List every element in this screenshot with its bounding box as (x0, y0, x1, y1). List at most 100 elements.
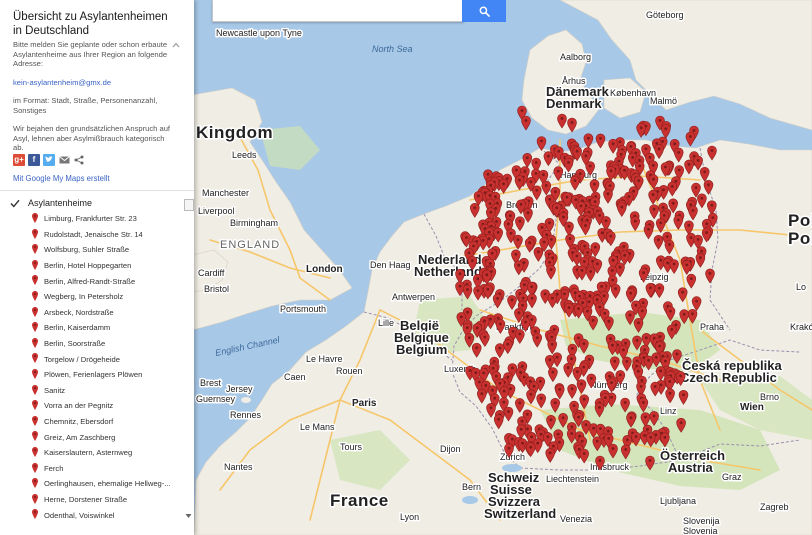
list-item[interactable]: Arsbeck, Nordstraße (0, 305, 194, 321)
marker-icon (32, 306, 38, 317)
list-item[interactable]: Berlin, Kaiserdamm (0, 320, 194, 336)
svg-text:Aalborg: Aalborg (560, 52, 591, 62)
marker-icon (32, 462, 38, 473)
list-item[interactable]: Wegberg, In Petersholz (0, 289, 194, 305)
panel-header: Übersicht zu Asylantenheimen in Deutschl… (0, 0, 194, 191)
place-name: Berlin, Soorstraße (44, 339, 106, 349)
svg-text:Leeds: Leeds (232, 150, 257, 160)
description-text: Bitte melden Sie geplante oder schon erb… (13, 40, 168, 68)
marker-icon (32, 244, 38, 255)
svg-text:Antwerpen: Antwerpen (392, 292, 435, 302)
land-jersey (241, 397, 251, 403)
svg-text:Bern: Bern (462, 482, 481, 492)
svg-text:Brest: Brest (200, 378, 222, 388)
svg-text:Tours: Tours (340, 442, 363, 452)
list-item[interactable]: Limburg, Frankfurter Str. 23 (0, 211, 194, 227)
scrollbar-thumb[interactable] (184, 199, 194, 211)
marker-icon (32, 259, 38, 270)
scroll-down-icon[interactable] (185, 513, 192, 519)
place-name: Odenthal, Voiswinkel (44, 510, 115, 520)
svg-text:London: London (306, 264, 343, 275)
svg-text:Jersey: Jersey (226, 384, 253, 394)
share-row: g+ f (13, 153, 85, 166)
list-item[interactable]: Torgelow / Drögeheide (0, 351, 194, 367)
svg-text:Le Havre: Le Havre (306, 354, 343, 364)
country-label: Slovenija (683, 516, 720, 526)
place-name: Kaiserslautern, Asternweg (44, 448, 133, 458)
marker-icon (32, 275, 38, 286)
place-name: Greiz, Am Zaschberg (44, 432, 116, 442)
layer-header[interactable]: Asylantenheime (10, 196, 92, 210)
twitter-icon[interactable] (43, 153, 55, 166)
place-name: Herne, Dorstener Straße (44, 494, 128, 504)
list-item[interactable]: Ferch (0, 461, 194, 477)
facebook-icon[interactable]: f (28, 153, 40, 166)
contact-email-link[interactable]: kein-asylantenheim@gmx.de (13, 78, 173, 88)
search-field[interactable] (213, 0, 463, 21)
place-name: Chemnitz, Ebersdorf (44, 417, 114, 427)
list-item[interactable]: Berlin, Hotel Hoppegarten (0, 258, 194, 274)
country-label: Slovenia (683, 526, 718, 535)
marker-icon (32, 415, 38, 426)
marker-icon (32, 368, 38, 379)
country-label: Pola (788, 229, 812, 248)
share-icon[interactable] (73, 153, 85, 166)
place-name: Berlin, Hotel Hoppegarten (44, 261, 132, 271)
marker-icon (32, 493, 38, 504)
place-name: Limburg, Frankfurter Str. 23 (44, 214, 137, 224)
list-item[interactable]: Sanitz (0, 383, 194, 399)
marker-icon (32, 384, 38, 395)
svg-text:Kraków: Kraków (790, 322, 812, 332)
marker-icon (32, 290, 38, 301)
google-plus-icon[interactable]: g+ (13, 153, 25, 166)
search-icon (479, 6, 490, 17)
svg-text:Göteborg: Göteborg (646, 10, 684, 20)
svg-text:Zagreb: Zagreb (760, 502, 789, 512)
place-name: Rudolstadt, Jenaische Str. 14 (44, 229, 143, 239)
place-name: Plöwen, Ferienlagers Plöwen (44, 370, 143, 380)
list-item[interactable]: Berlin, Alfred-Randt-Straße (0, 273, 194, 289)
svg-text:Birmingham: Birmingham (230, 218, 278, 228)
marker-icon (32, 213, 38, 223)
lake (462, 496, 478, 504)
checkmark-icon[interactable] (10, 199, 20, 208)
list-item[interactable]: Rudolstadt, Jenaische Str. 14 (0, 227, 194, 243)
svg-text:Portsmouth: Portsmouth (280, 304, 326, 314)
list-item[interactable]: Wolfsburg, Suhler Straße (0, 242, 194, 258)
list-item[interactable]: Greiz, Am Zaschberg (0, 429, 194, 445)
svg-text:Den Haag: Den Haag (370, 260, 411, 270)
svg-text:Manchester: Manchester (202, 188, 249, 198)
svg-text:Guernsey: Guernsey (196, 394, 236, 404)
svg-text:Lyon: Lyon (400, 512, 419, 522)
list-item[interactable]: Vorra an der Pegnitz (0, 398, 194, 414)
svg-text:Rennes: Rennes (230, 410, 262, 420)
country-label: Belgium (396, 342, 447, 357)
side-panel: Übersicht zu Asylantenheimen in Deutschl… (0, 0, 194, 535)
made-with-link[interactable]: Mit Google My Maps erstellt (13, 174, 110, 183)
svg-text:Venezia: Venezia (560, 514, 592, 524)
marker-icon (32, 322, 38, 333)
marker-icon (32, 228, 38, 239)
email-icon[interactable] (58, 153, 70, 166)
svg-text:Linz: Linz (660, 406, 677, 416)
marker-icon (32, 337, 38, 348)
country-label: Czech Republic (680, 370, 777, 385)
svg-text:Le Mans: Le Mans (300, 422, 335, 432)
place-list: Limburg, Frankfurter Str. 23 Rudolstadt, … (0, 211, 194, 523)
list-item[interactable]: Chemnitz, Ebersdorf (0, 414, 194, 430)
list-item[interactable]: Kaiserslautern, Asternweg (0, 445, 194, 461)
svg-text:Brno: Brno (760, 392, 779, 402)
list-item[interactable]: Odenthal, Voiswinkel (0, 507, 194, 523)
marker-icon (32, 431, 38, 442)
collapse-icon[interactable] (172, 42, 180, 48)
search-input[interactable] (212, 0, 464, 22)
list-item[interactable]: Oerlinghausen, ehemalige Hellweg-... (0, 476, 194, 492)
svg-text:Cardiff: Cardiff (198, 268, 225, 278)
search-button[interactable] (462, 0, 506, 22)
svg-text:Rouen: Rouen (336, 366, 363, 376)
place-name: Arsbeck, Nordstraße (44, 307, 114, 317)
list-item[interactable]: Plöwen, Ferienlagers Plöwen (0, 367, 194, 383)
list-item[interactable]: Berlin, Soorstraße (0, 336, 194, 352)
list-item[interactable]: Herne, Dorstener Straße (0, 492, 194, 508)
svg-text:Lille: Lille (378, 318, 394, 328)
